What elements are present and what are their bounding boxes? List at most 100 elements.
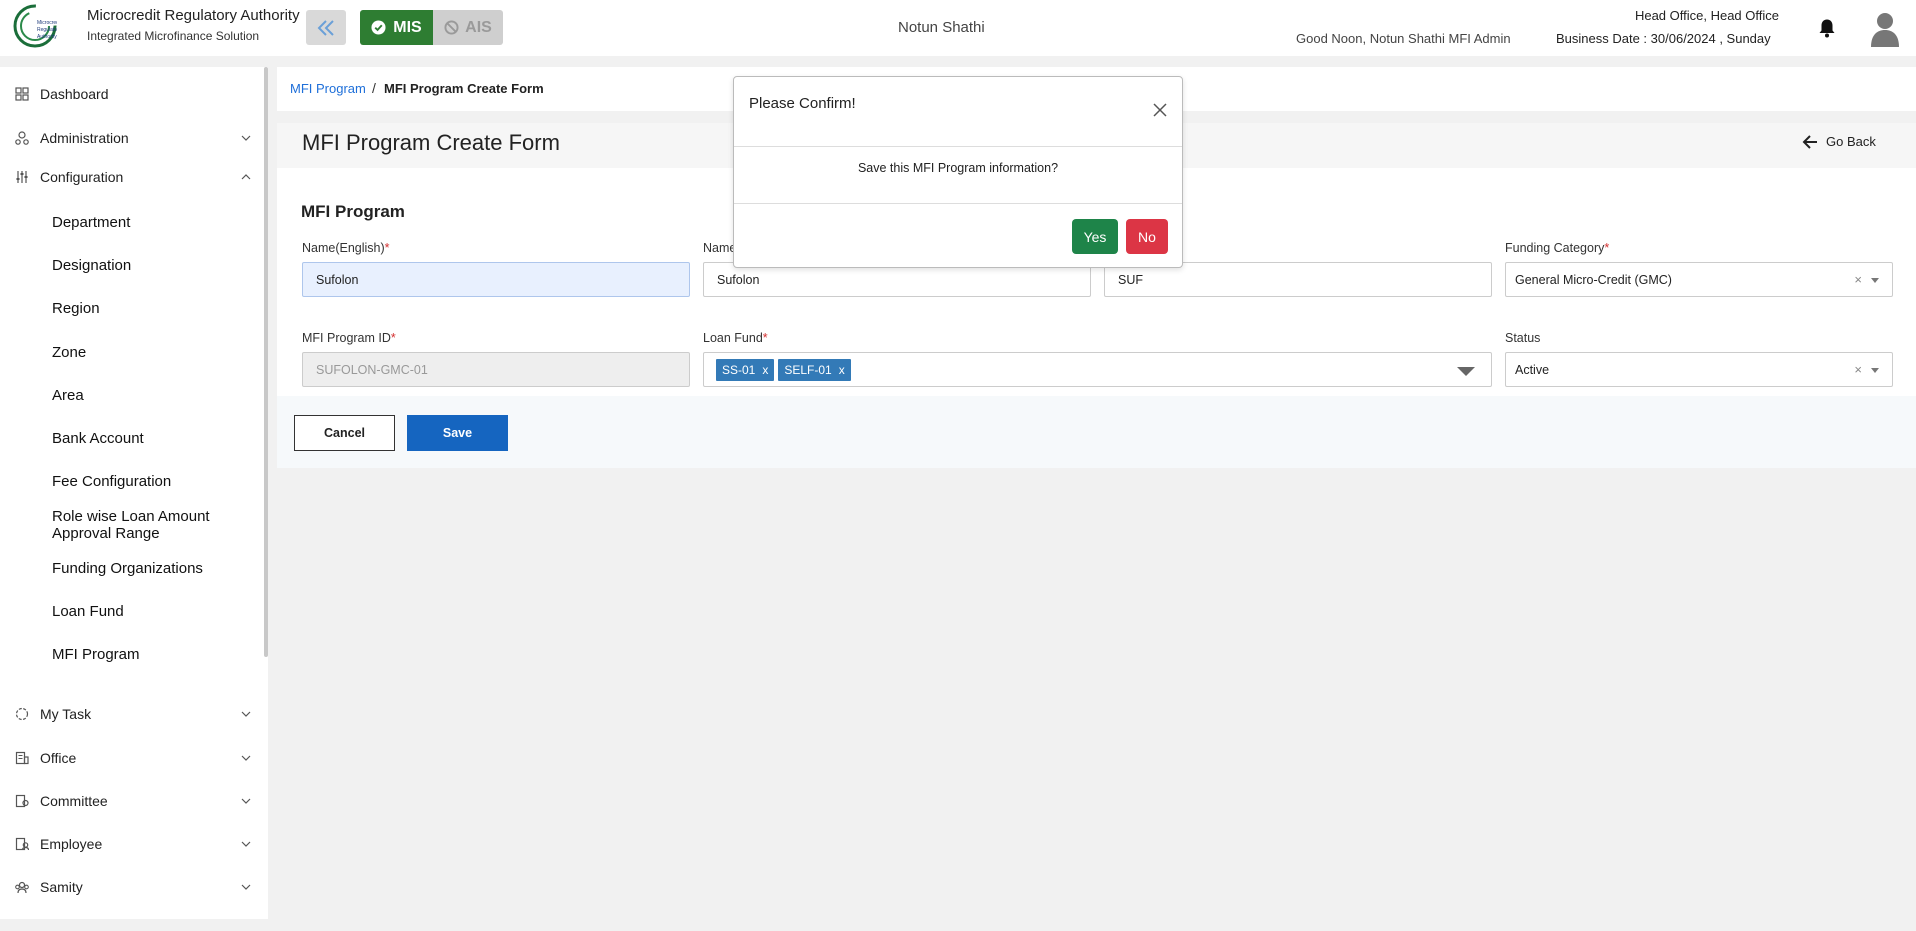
yes-button[interactable]: Yes xyxy=(1072,219,1118,254)
business-date: Business Date : 30/06/2024 , Sunday xyxy=(1556,31,1771,46)
svg-text:Regulatory: Regulatory xyxy=(37,27,57,33)
sidebar-item-label: My Task xyxy=(40,706,92,722)
section-title: MFI Program xyxy=(301,202,405,221)
employee-icon xyxy=(15,837,29,851)
caret-down-icon[interactable] xyxy=(1871,368,1879,373)
program-id-label: MFI Program ID* xyxy=(302,331,396,345)
name-english-input[interactable]: Sufolon xyxy=(302,262,690,297)
ais-label: AIS xyxy=(465,18,492,36)
sidebar-item-dashboard[interactable]: Dashboard xyxy=(0,79,260,109)
loan-fund-tag: SS-01 x xyxy=(716,358,775,381)
office-name: Head Office, Head Office xyxy=(1634,8,1779,23)
sidebar-subitem-region[interactable]: Region xyxy=(52,300,100,317)
double-chevron-left-icon xyxy=(317,19,334,36)
sidebar-subitem-mfi-program[interactable]: MFI Program xyxy=(52,646,140,663)
tag-remove-icon[interactable]: x xyxy=(762,363,768,377)
program-id-input: SUFOLON-GMC-01 xyxy=(302,352,690,387)
go-back-label: Go Back xyxy=(1826,134,1876,149)
form-actions xyxy=(277,396,1916,468)
tag-label: SELF-01 xyxy=(784,362,832,377)
sidebar-scrollbar[interactable] xyxy=(264,67,268,657)
chevron-down-icon xyxy=(241,841,251,847)
chevron-down-icon xyxy=(241,711,251,717)
sidebar-item-samity[interactable]: Samity xyxy=(0,872,260,902)
tag-label: SS-01 xyxy=(722,362,756,377)
samity-icon xyxy=(15,881,29,894)
collapse-sidebar-button[interactable] xyxy=(306,10,346,45)
status-label: Status xyxy=(1505,331,1541,345)
administration-icon xyxy=(15,131,29,145)
divider xyxy=(734,146,1182,147)
sidebar-item-administration[interactable]: Administration xyxy=(0,123,260,153)
funding-category-label: Funding Category* xyxy=(1505,241,1610,255)
sidebar-item-label: Employee xyxy=(40,836,103,852)
name-bangla-label: Name xyxy=(703,241,737,255)
sidebar-subitem-area[interactable]: Area xyxy=(52,387,84,404)
chevron-up-icon xyxy=(241,174,251,180)
sidebar-item-committee[interactable]: Committee xyxy=(0,786,260,816)
sidebar-subitem-loan-fund[interactable]: Loan Fund xyxy=(52,603,124,620)
no-button[interactable]: No xyxy=(1126,219,1168,254)
divider xyxy=(734,203,1182,204)
sidebar-item-label: Dashboard xyxy=(40,86,109,102)
go-back-button[interactable]: Go Back xyxy=(1802,134,1876,149)
svg-text:Authority: Authority xyxy=(37,34,57,40)
configuration-icon xyxy=(16,171,28,183)
caret-down-icon[interactable] xyxy=(1871,278,1879,283)
top-header: Microcredit Regulatory Authority Microcr… xyxy=(0,0,1916,56)
funding-category-select[interactable]: General Micro-Credit (GMC) × xyxy=(1505,262,1893,297)
chevron-down-icon xyxy=(241,798,251,804)
dialog-message: Save this MFI Program information? xyxy=(857,161,1059,175)
sidebar-subitem-funding-organizations[interactable]: Funding Organizations xyxy=(52,560,203,577)
check-circle-icon xyxy=(371,20,386,35)
sidebar-subitem-designation[interactable]: Designation xyxy=(52,257,131,274)
sidebar-item-configuration[interactable]: Configuration xyxy=(0,162,260,192)
chevron-down-icon xyxy=(241,884,251,890)
svg-text:Microcredit: Microcredit xyxy=(37,20,57,26)
funding-category-value: General Micro-Credit (GMC) xyxy=(1515,272,1672,287)
close-icon[interactable] xyxy=(1153,103,1167,117)
sidebar-item-label: Administration xyxy=(40,130,129,146)
committee-icon xyxy=(15,794,29,808)
loan-fund-tag: SELF-01 x xyxy=(778,358,851,381)
greeting-text: Good Noon, Notun Shathi MFI Admin xyxy=(1296,31,1511,46)
save-button[interactable]: Save xyxy=(407,415,508,451)
sidebar-subitem-fee-configuration[interactable]: Fee Configuration xyxy=(52,473,171,490)
sidebar-subitem-role-wise-loan[interactable]: Role wise Loan Amount Approval Range xyxy=(52,508,232,542)
page-title: MFI Program Create Form xyxy=(302,130,560,155)
sidebar-item-label: Committee xyxy=(40,793,108,809)
chevron-down-icon xyxy=(241,135,251,141)
brand-subtitle: Integrated Microfinance Solution xyxy=(87,29,260,43)
dialog-title: Please Confirm! xyxy=(749,95,856,112)
user-avatar-icon[interactable] xyxy=(1870,11,1900,47)
sidebar-item-my-task[interactable]: My Task xyxy=(0,699,260,729)
sidebar-subitem-department[interactable]: Department xyxy=(52,214,130,231)
organization-name: Notun Shathi xyxy=(898,19,985,36)
chevron-down-icon xyxy=(241,755,251,761)
loan-fund-label: Loan Fund* xyxy=(703,331,768,345)
tag-remove-icon[interactable]: x xyxy=(839,363,845,377)
sidebar-subitem-bank-account[interactable]: Bank Account xyxy=(52,430,144,447)
breadcrumb-link-mfi-program[interactable]: MFI Program xyxy=(290,81,366,96)
sidebar-item-employee[interactable]: Employee xyxy=(0,829,260,859)
loan-fund-multiselect[interactable]: SS-01 x SELF-01 x xyxy=(703,352,1492,387)
ais-toggle-button[interactable]: AIS xyxy=(433,10,503,45)
cancel-button[interactable]: Cancel xyxy=(294,415,395,451)
arrow-left-icon xyxy=(1802,134,1817,149)
brand-title: Microcredit Regulatory Authority xyxy=(87,7,300,24)
task-icon xyxy=(15,707,29,721)
clear-icon[interactable]: × xyxy=(1854,362,1862,377)
status-select[interactable]: Active × xyxy=(1505,352,1893,387)
office-icon xyxy=(15,751,29,765)
confirm-dialog: Please Confirm! Save this MFI Program in… xyxy=(733,76,1183,268)
notification-bell-icon[interactable] xyxy=(1818,18,1836,38)
mis-toggle-button[interactable]: MIS xyxy=(360,10,433,45)
sidebar-subitem-zone[interactable]: Zone xyxy=(52,344,86,361)
mra-logo: Microcredit Regulatory Authority xyxy=(13,4,57,48)
breadcrumb-separator: / xyxy=(372,80,376,96)
mis-label: MIS xyxy=(393,18,422,36)
sidebar-item-office[interactable]: Office xyxy=(0,743,260,773)
clear-icon[interactable]: × xyxy=(1854,272,1862,287)
dashboard-icon xyxy=(15,87,29,101)
caret-down-icon[interactable] xyxy=(1457,367,1475,376)
